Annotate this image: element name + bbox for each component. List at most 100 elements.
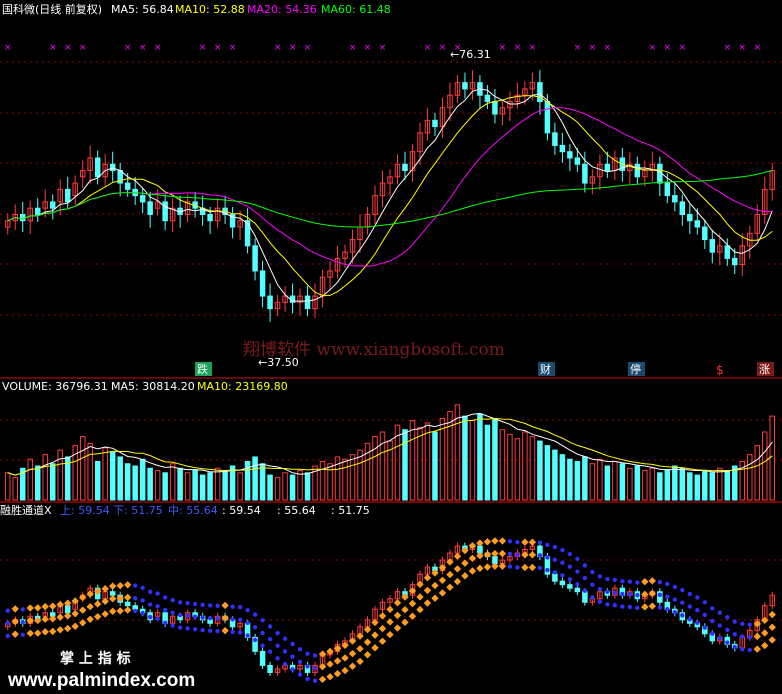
channel-dot: [528, 563, 537, 572]
channel-dot: [545, 567, 550, 573]
channel-dot: [260, 643, 265, 648]
channel-dot: [305, 651, 310, 656]
channel-dot: [416, 605, 424, 614]
volume-bar: [544, 445, 551, 501]
channel-dot: [333, 669, 342, 678]
channel-dot: [507, 551, 513, 557]
channel-dot: [461, 559, 469, 567]
channel-dot: [408, 599, 417, 608]
candle-body: [672, 195, 678, 203]
channel-dot: [590, 595, 595, 600]
signal-marker: ×: [679, 43, 687, 53]
volume-bar: [634, 465, 641, 501]
volume-bar: [199, 474, 206, 501]
watermark-xiangbo: 翔博软件 www.xiangbosoft.com: [243, 340, 505, 360]
channel-dot: [41, 602, 49, 611]
channel-dot: [192, 601, 198, 607]
signal-marker: ×: [604, 43, 612, 53]
volume-bar: [177, 467, 183, 501]
volume-bar: [319, 460, 326, 501]
channel-dot: [567, 551, 573, 557]
channel-dot: [680, 600, 685, 605]
channel-dot: [109, 582, 117, 590]
volume-bar: [289, 474, 296, 501]
channel-candle-body: [259, 650, 266, 666]
channel-dot: [363, 638, 372, 646]
channel-dot: [665, 594, 670, 599]
candle-body: [244, 220, 251, 247]
channel-dot: [687, 591, 693, 597]
signal-marker: ×: [664, 43, 672, 53]
channel-dot: [348, 649, 357, 658]
volume-bar: [214, 467, 221, 501]
channel-dot: [560, 547, 565, 553]
channel-dot: [341, 654, 349, 662]
channel-dot: [453, 552, 462, 560]
channel-dot: [378, 637, 387, 645]
ma60-legend: MA60: 61.48: [321, 3, 391, 16]
volume-bar: [57, 449, 63, 501]
channel-dot: [140, 585, 145, 591]
channel-dot: [597, 586, 603, 592]
channel-dot: [282, 636, 288, 641]
channel-dot: [326, 660, 334, 668]
channel-dot: [732, 632, 737, 637]
volume-bar: [679, 467, 686, 501]
volume-bar: [559, 454, 566, 501]
channel-dot: [567, 577, 573, 582]
channel-dot: [725, 627, 730, 633]
channel-dot: [312, 653, 318, 658]
volume-bar: [192, 470, 198, 501]
price-panel: × × × × × × × × × × × × × × × × × × × × × × × × × × × × × × ×: [4, 43, 776, 322]
channel-dot: [665, 581, 670, 587]
channel-dot: [620, 591, 625, 597]
volume-panel: [4, 404, 776, 501]
channel-v2: : 55.64: [277, 504, 316, 517]
channel-dot: [318, 675, 327, 684]
channel-candle-body: [567, 584, 573, 589]
channel-dot: [386, 618, 394, 626]
volume-bar: [499, 429, 506, 501]
channel-dot: [620, 604, 625, 609]
channel-dot: [386, 605, 394, 614]
channel-dot: [312, 665, 318, 671]
channel-dot: [147, 602, 153, 607]
channel-dot: [740, 621, 745, 627]
channel-dot: [282, 661, 288, 667]
volume-bar: [34, 465, 41, 501]
volume-bar: [492, 417, 498, 501]
channel-dot: [702, 625, 707, 630]
channel-dot: [438, 576, 447, 584]
channel-title: 融胜通道X: [0, 503, 52, 517]
channel-dot: [26, 629, 34, 637]
channel-dot: [252, 612, 258, 617]
channel-dot: [215, 628, 220, 634]
signal-marker: ×: [289, 43, 297, 53]
tag-cai: 财: [540, 362, 551, 376]
channel-dot: [605, 576, 610, 582]
channel-dot: [491, 537, 499, 545]
candle-body: [252, 245, 258, 272]
volume-bar: [282, 472, 288, 501]
channel-dot: [275, 643, 280, 648]
channel-dot: [423, 599, 432, 607]
channel-candle-body: [109, 591, 116, 596]
signal-marker: ×: [364, 43, 372, 53]
channel-dot: [521, 563, 529, 572]
volume-bar: [567, 458, 573, 501]
channel-dot: [702, 612, 707, 618]
channel-dot: [305, 676, 310, 682]
channel-candle-body: [207, 619, 213, 624]
signal-marker: ×: [154, 43, 162, 53]
channel-dot: [507, 539, 513, 544]
channel-dot: [245, 620, 250, 626]
channel-dot: [101, 610, 109, 618]
channel-dot: [423, 574, 432, 582]
channel-dot: [620, 579, 625, 584]
channel-dot: [185, 613, 190, 619]
channel-dot: [140, 598, 145, 603]
candle-body: [147, 201, 153, 215]
volume-bar: [4, 472, 11, 501]
candle-body: [432, 119, 438, 128]
channel-dot: [267, 636, 273, 642]
